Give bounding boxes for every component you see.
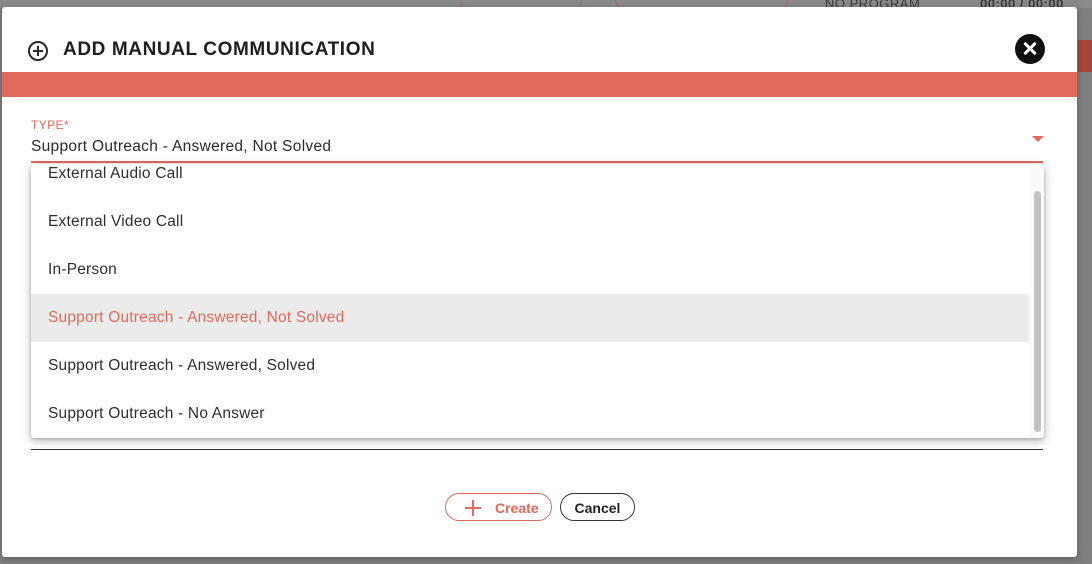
create-button[interactable]: Create bbox=[445, 493, 552, 521]
create-button-label: Create bbox=[495, 500, 539, 516]
type-select-underline bbox=[31, 161, 1043, 163]
dropdown-option[interactable]: External Video Call bbox=[31, 198, 1029, 246]
dropdown-option-selected[interactable]: Support Outreach - Answered, Not Solved bbox=[31, 294, 1029, 342]
notes-field-underline bbox=[31, 449, 1043, 450]
dropdown-option-list: External Audio Call External Video Call … bbox=[31, 164, 1029, 438]
dropdown-option[interactable]: Support Outreach - Answered, Solved bbox=[31, 342, 1029, 390]
add-circle-icon bbox=[28, 41, 48, 61]
type-field-label: TYPE* bbox=[31, 118, 70, 132]
background-red-tab bbox=[1078, 40, 1092, 72]
dropdown-option[interactable]: Support Outreach - No Answer bbox=[31, 390, 1029, 438]
type-dropdown-menu: External Audio Call External Video Call … bbox=[31, 164, 1044, 438]
dropdown-scrollbar[interactable] bbox=[1030, 164, 1044, 438]
scrollbar-thumb[interactable] bbox=[1034, 191, 1041, 432]
modal-title: ADD MANUAL COMMUNICATION bbox=[63, 39, 376, 60]
type-select[interactable]: Support Outreach - Answered, Not Solved bbox=[31, 138, 331, 156]
cancel-button-label: Cancel bbox=[574, 500, 621, 516]
close-button[interactable] bbox=[1015, 34, 1045, 64]
cancel-button[interactable]: Cancel bbox=[560, 493, 635, 521]
alert-banner bbox=[2, 72, 1077, 97]
modal-header: ADD MANUAL COMMUNICATION bbox=[2, 7, 1077, 71]
dropdown-arrow-icon[interactable] bbox=[1032, 136, 1044, 142]
plus-icon bbox=[465, 500, 481, 516]
add-communication-modal: ADD MANUAL COMMUNICATION TYPE* Support O… bbox=[2, 7, 1077, 557]
dropdown-option[interactable]: External Audio Call bbox=[31, 164, 1029, 198]
dropdown-option[interactable]: In-Person bbox=[31, 246, 1029, 294]
